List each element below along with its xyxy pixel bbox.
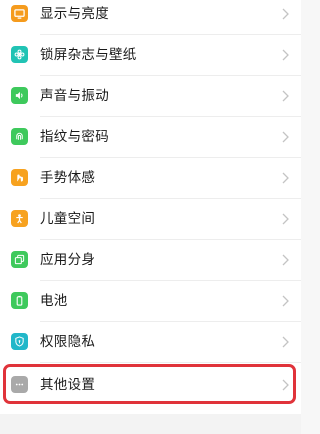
chevron-right-icon — [282, 213, 289, 225]
settings-item-lockscreen-wallpaper[interactable]: 锁屏杂志与壁纸 — [0, 35, 301, 76]
chevron-right-icon — [282, 295, 289, 307]
settings-item-label: 显示与亮度 — [40, 6, 109, 22]
settings-item-sound-vibration[interactable]: 声音与振动 — [0, 76, 301, 117]
chevron-right-icon — [282, 49, 289, 61]
display-icon — [11, 5, 28, 22]
settings-item-label: 声音与振动 — [40, 88, 109, 104]
settings-item-label: 应用分身 — [40, 252, 96, 268]
wallpaper-icon — [11, 46, 28, 63]
sound-icon — [11, 87, 28, 104]
chevron-right-icon — [282, 172, 289, 184]
settings-item-app-clone[interactable]: 应用分身 — [0, 240, 301, 281]
battery-icon — [11, 292, 28, 309]
settings-item-label: 电池 — [40, 293, 68, 309]
settings-item-fingerprint-password[interactable]: 指纹与密码 — [0, 117, 301, 158]
settings-item-label: 指纹与密码 — [40, 129, 109, 145]
settings-item-battery[interactable]: 电池 — [0, 281, 301, 322]
gesture-icon — [11, 169, 28, 186]
highlight-box — [3, 364, 296, 404]
fingerprint-icon — [11, 128, 28, 145]
settings-item-label: 手势体感 — [40, 170, 96, 186]
chevron-right-icon — [282, 90, 289, 102]
settings-item-permissions-privacy[interactable]: 权限隐私 — [0, 322, 301, 363]
child-icon — [11, 210, 28, 227]
settings-item-label: 权限隐私 — [40, 334, 96, 350]
privacy-shield-icon — [11, 333, 28, 350]
settings-item-kids-space[interactable]: 儿童空间 — [0, 199, 301, 240]
chevron-right-icon — [282, 131, 289, 143]
list-footer-gap — [0, 414, 301, 434]
settings-item-label: 儿童空间 — [40, 211, 96, 227]
chevron-right-icon — [282, 336, 289, 348]
chevron-right-icon — [282, 8, 289, 20]
settings-list: 显示与亮度 锁屏杂志与壁纸 声音与振动 指纹与密码 手势体感 儿童空间 应用分身… — [0, 0, 301, 434]
chevron-right-icon — [282, 254, 289, 266]
settings-item-label: 锁屏杂志与壁纸 — [40, 47, 137, 63]
settings-item-gestures[interactable]: 手势体感 — [0, 158, 301, 199]
settings-item-display-brightness[interactable]: 显示与亮度 — [0, 0, 301, 35]
divider — [40, 362, 301, 363]
app-clone-icon — [11, 251, 28, 268]
